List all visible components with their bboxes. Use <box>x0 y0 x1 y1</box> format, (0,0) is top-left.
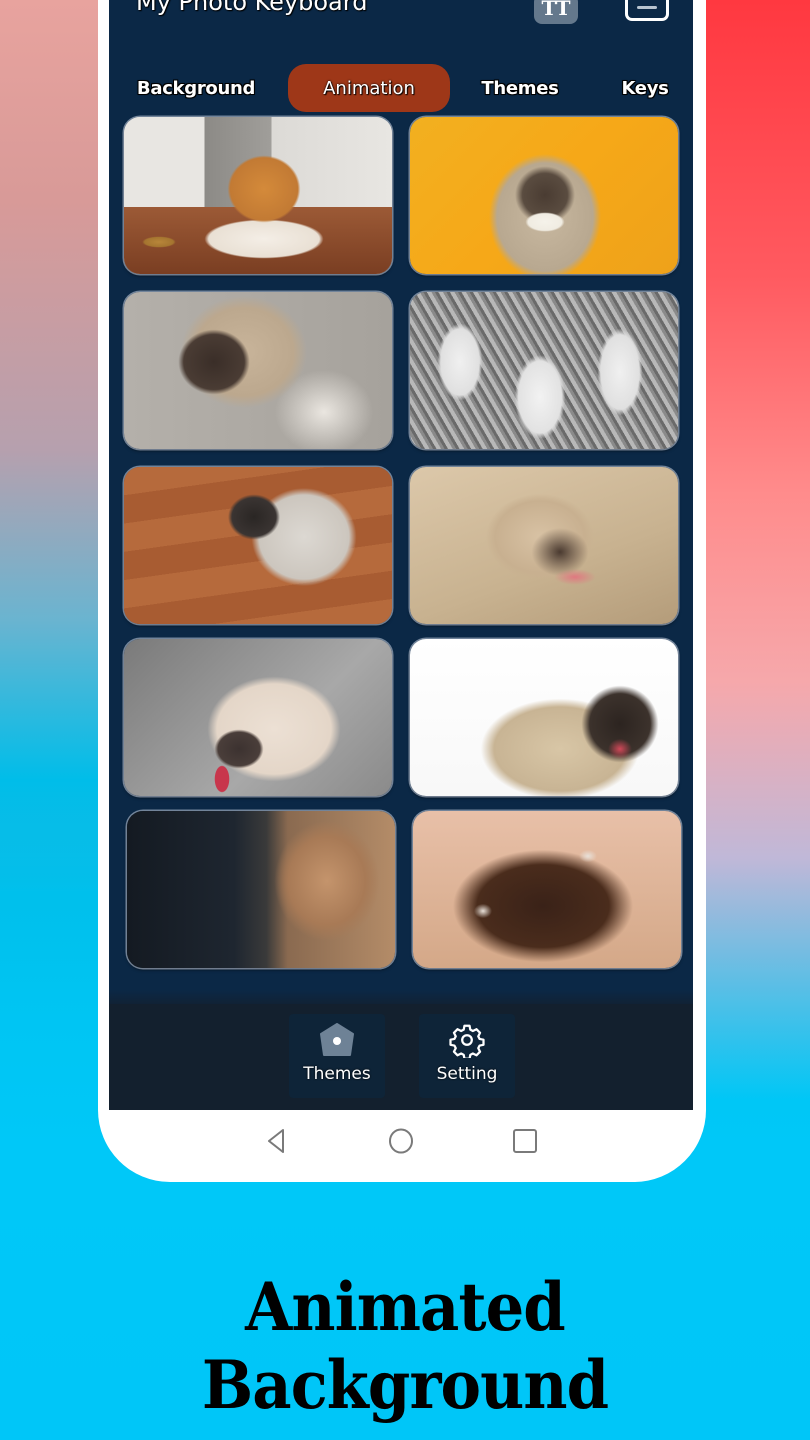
animation-thumbnail[interactable] <box>413 811 681 968</box>
animation-thumbnail[interactable] <box>124 639 392 796</box>
nav-themes-label: Themes <box>303 1064 371 1084</box>
nav-setting-label: Setting <box>436 1064 498 1084</box>
nav-themes[interactable]: Themes <box>289 1014 385 1098</box>
tab-themes[interactable]: Themes <box>473 64 567 112</box>
home-icon[interactable] <box>386 1126 416 1156</box>
app-title: My Photo Keyboard <box>136 0 368 16</box>
tab-background[interactable]: Background <box>131 64 261 112</box>
themes-pentagon-icon <box>320 1023 354 1056</box>
animation-thumbnail[interactable] <box>127 811 395 968</box>
animation-thumbnail[interactable] <box>410 639 678 796</box>
bottom-navigation: Themes Setting <box>109 1004 693 1110</box>
font-style-button[interactable]: TT <box>534 0 578 24</box>
nav-setting[interactable]: Setting <box>419 1014 515 1098</box>
keyboard-icon <box>637 6 657 9</box>
gear-icon <box>449 1024 485 1058</box>
animation-thumbnail[interactable] <box>410 117 678 274</box>
category-tabs: Background Animation Themes Keys <box>109 64 693 112</box>
system-navigation-bar <box>109 1110 693 1172</box>
app-header: My Photo Keyboard TT <box>109 0 693 60</box>
animation-thumbnail[interactable] <box>124 292 392 449</box>
animation-thumbnail[interactable] <box>410 292 678 449</box>
app-screen: My Photo Keyboard TT Background Animatio… <box>109 0 693 1110</box>
font-icon: TT <box>541 0 571 20</box>
promo-caption: Animated Background <box>201 1268 609 1424</box>
animation-thumbnail[interactable] <box>124 117 392 274</box>
tab-animation[interactable]: Animation <box>288 64 450 112</box>
back-icon[interactable] <box>261 1126 291 1156</box>
recents-icon[interactable] <box>510 1126 540 1156</box>
animation-thumbnail[interactable] <box>124 467 392 624</box>
tab-keys[interactable]: Keys <box>611 64 679 112</box>
keyboard-button[interactable] <box>625 0 669 21</box>
animation-thumbnail[interactable] <box>410 467 678 624</box>
